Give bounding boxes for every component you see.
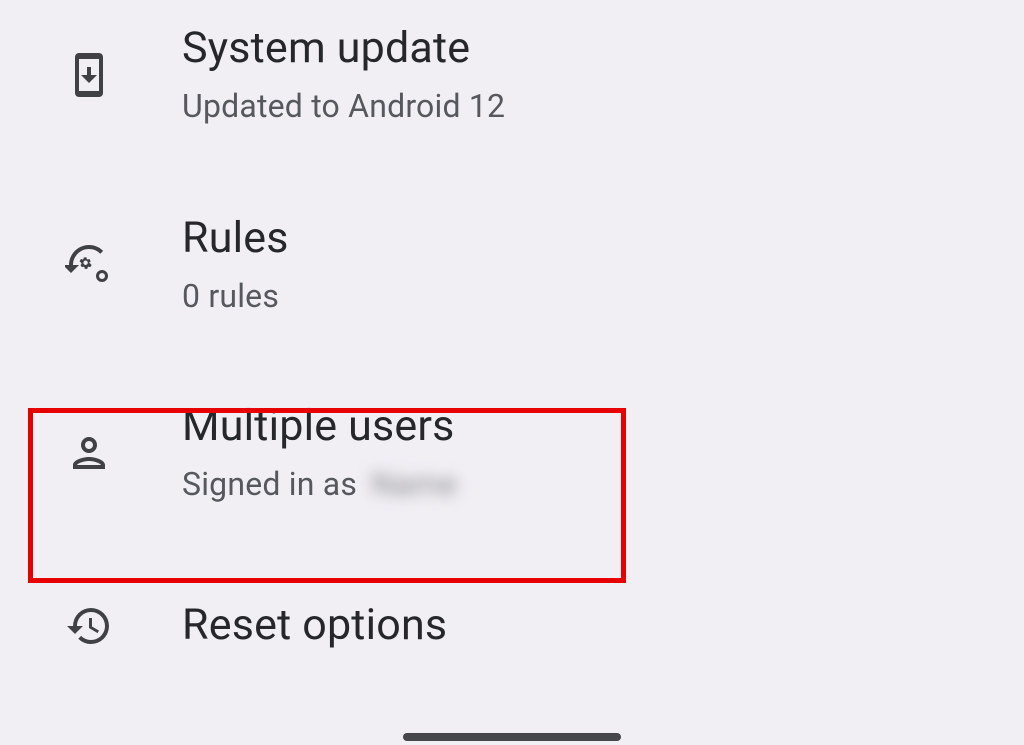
settings-item-title: Reset options xyxy=(182,601,447,650)
settings-item-texts: Rules 0 rules xyxy=(182,214,289,316)
signed-in-name: Name xyxy=(371,465,457,503)
settings-item-rules[interactable]: Rules 0 rules xyxy=(0,176,1024,368)
settings-item-subtitle: Updated to Android 12 xyxy=(182,87,505,125)
settings-item-title: Multiple users xyxy=(182,402,457,451)
signed-in-prefix: Signed in as xyxy=(182,465,357,503)
rules-icon xyxy=(62,241,116,289)
settings-item-multiple-users[interactable]: Multiple users Signed in as Name xyxy=(0,368,1024,548)
settings-item-texts: System update Updated to Android 12 xyxy=(182,24,505,126)
system-update-icon xyxy=(62,51,116,99)
settings-item-subtitle: 0 rules xyxy=(182,277,289,315)
settings-item-system-update[interactable]: System update Updated to Android 12 xyxy=(0,8,1024,176)
settings-list: System update Updated to Android 12 Rule… xyxy=(0,0,1024,661)
settings-item-texts: Reset options xyxy=(182,601,447,650)
navigation-handle[interactable] xyxy=(403,733,621,741)
history-icon xyxy=(62,602,116,650)
settings-item-title: Rules xyxy=(182,214,289,263)
settings-item-title: System update xyxy=(182,24,505,73)
person-icon xyxy=(62,429,116,477)
settings-item-texts: Multiple users Signed in as Name xyxy=(182,402,457,504)
settings-item-subtitle: Signed in as Name xyxy=(182,465,457,503)
settings-item-reset-options[interactable]: Reset options xyxy=(0,547,1024,660)
